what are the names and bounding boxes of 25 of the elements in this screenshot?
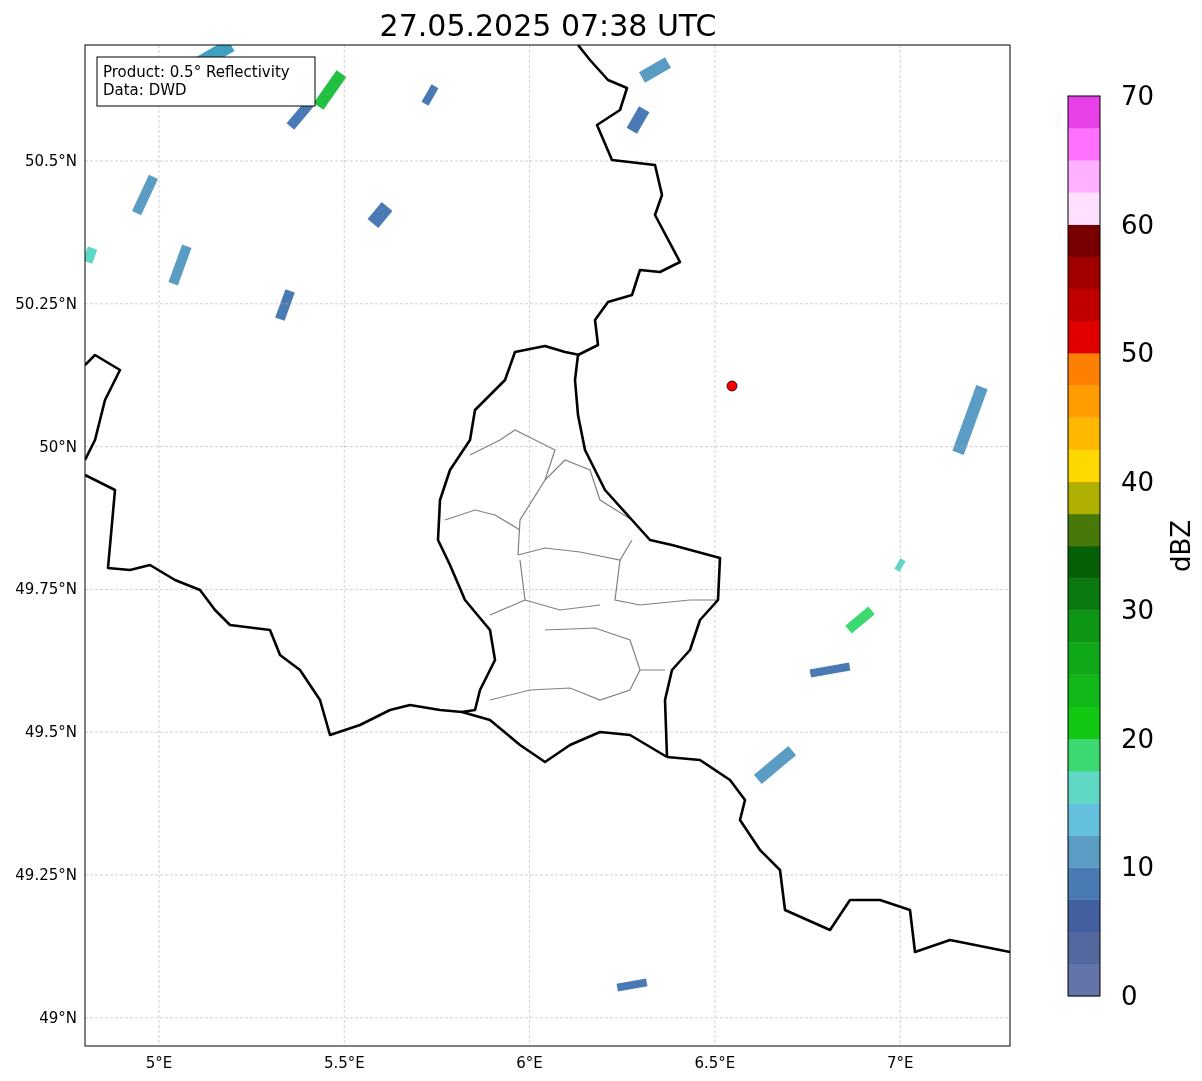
latitude-label: 49°N [39, 1008, 77, 1027]
latitude-label: 49.25°N [15, 866, 77, 884]
latitude-label: 49.75°N [15, 580, 77, 599]
info-text: Data: DWD [103, 81, 187, 99]
longitude-label: 6°E [516, 1054, 543, 1072]
longitude-label: 5.5°E [323, 1054, 365, 1072]
longitude-label: 5°E [145, 1054, 173, 1072]
colorbar-tick-label: 60 [1121, 209, 1155, 240]
colorbar-tick-label: 10 [1121, 852, 1155, 883]
chart-title: 27.05.2025 07:38 UTC [379, 8, 717, 43]
colorbar-tick-label: 0 [1121, 981, 1138, 1011]
latitude-label: 50°N [39, 437, 77, 456]
colorbar-tick-label: 20 [1121, 723, 1155, 754]
longitude-label: 7°E [886, 1054, 914, 1072]
longitude-label: 6.5°E [694, 1054, 736, 1072]
colorbar-tick-label: 70 [1121, 81, 1155, 111]
colorbar-tick-label: 50 [1121, 338, 1155, 369]
colorbar-label: dBZ [1166, 519, 1196, 573]
info-text: Product: 0.5° Reflectivity [103, 63, 290, 81]
radar-site-marker [726, 380, 738, 392]
latitude-label: 49.5°N [24, 723, 77, 742]
latitude-label: 50.5°N [24, 152, 77, 170]
latitude-label: 50.25°N [15, 294, 77, 313]
colorbar-tick-label: 30 [1121, 595, 1155, 626]
colorbar-tick-label: 40 [1121, 466, 1155, 497]
